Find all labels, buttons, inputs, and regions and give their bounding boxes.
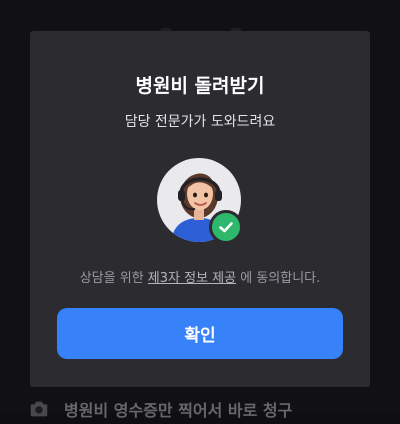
consent-suffix: 에 동의합니다.: [236, 271, 321, 286]
check-icon: [219, 222, 233, 233]
consent-modal: 병원비 돌려받기 담당 전문가가 도와드려요 상담을 위한 제3자 정보 제공 …: [30, 31, 370, 387]
modal-title: 병원비 돌려받기: [135, 75, 265, 97]
consent-prefix: 상담을 위한: [79, 271, 148, 286]
background-claim-text: 병원비 영수증만 찍어서 바로 청구: [64, 401, 293, 420]
camera-icon: [30, 401, 48, 417]
expert-avatar: [157, 158, 243, 244]
consent-text: 상담을 위한 제3자 정보 제공 에 동의합니다.: [30, 267, 370, 286]
confirm-button[interactable]: 확인: [57, 308, 343, 359]
verified-badge: [209, 210, 243, 244]
background-claim-row: 병원비 영수증만 찍어서 바로 청구: [28, 394, 388, 424]
third-party-consent-link[interactable]: 제3자 정보 제공: [148, 271, 236, 286]
modal-subtitle: 담당 전문가가 도와드려요: [124, 114, 276, 130]
